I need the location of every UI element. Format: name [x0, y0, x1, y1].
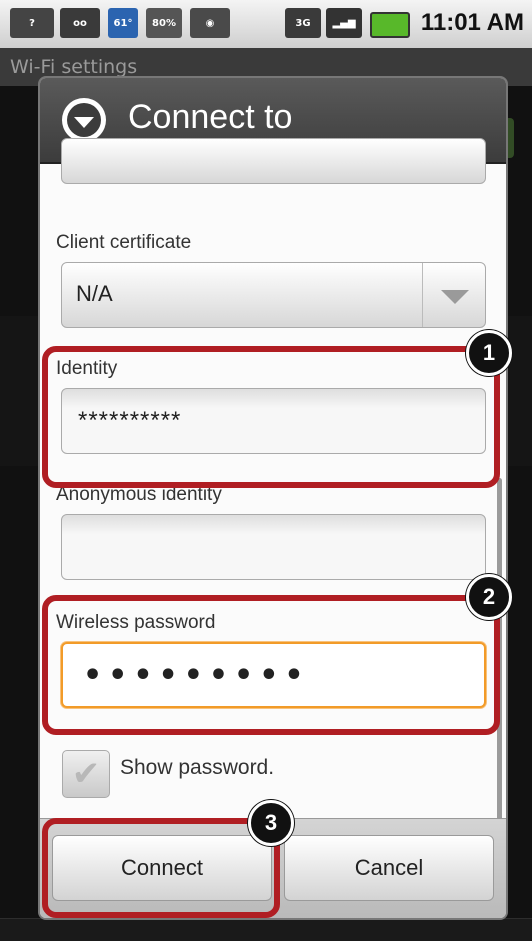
- battery-percent-text: 80%: [152, 17, 176, 29]
- annotation-frame-connect: [42, 818, 280, 918]
- battery-icon: [370, 12, 410, 38]
- camera-icon: ◉: [190, 8, 230, 38]
- step-badge-3: 3: [248, 800, 294, 846]
- cancel-button[interactable]: Cancel: [284, 835, 494, 901]
- checkmark-icon: ✔: [71, 754, 101, 794]
- show-password-label: Show password.: [120, 756, 275, 779]
- show-password-checkbox[interactable]: ✔: [62, 750, 110, 798]
- notification-badge-icon: 61°: [108, 8, 138, 38]
- step-badge-2: 2: [466, 574, 512, 620]
- annotation-frame-identity: [42, 346, 500, 488]
- wifi-dropdown-icon: [62, 98, 106, 142]
- client-certificate-select[interactable]: N/A: [61, 262, 486, 328]
- signal-strength-icon: ▂▄▆: [326, 8, 362, 38]
- connect-dialog: Connect to Client certificate N/A Identi…: [40, 78, 506, 918]
- network-3g-icon: 3G: [285, 8, 321, 38]
- client-certificate-value: N/A: [76, 281, 113, 306]
- anonymous-identity-input[interactable]: [61, 514, 486, 580]
- network-type-text: 3G: [295, 17, 311, 29]
- annotation-frame-password: [42, 595, 500, 735]
- client-certificate-label: Client certificate: [56, 232, 192, 253]
- battery-percent-icon: 80%: [146, 8, 182, 38]
- voicemail-icon: oo: [60, 8, 100, 38]
- chevron-down-icon: [441, 290, 469, 304]
- eap-method-select[interactable]: [61, 138, 486, 184]
- status-bar: ? oo 61° 80% ◉ 3G ▂▄▆ 11:01 AM: [0, 0, 532, 49]
- wifi-question-icon: ?: [10, 8, 54, 38]
- status-time: 11:01 AM: [420, 9, 524, 36]
- dialog-title: Connect to: [128, 98, 293, 136]
- notification-badge-text: 61°: [113, 17, 133, 29]
- step-badge-1: 1: [466, 330, 512, 376]
